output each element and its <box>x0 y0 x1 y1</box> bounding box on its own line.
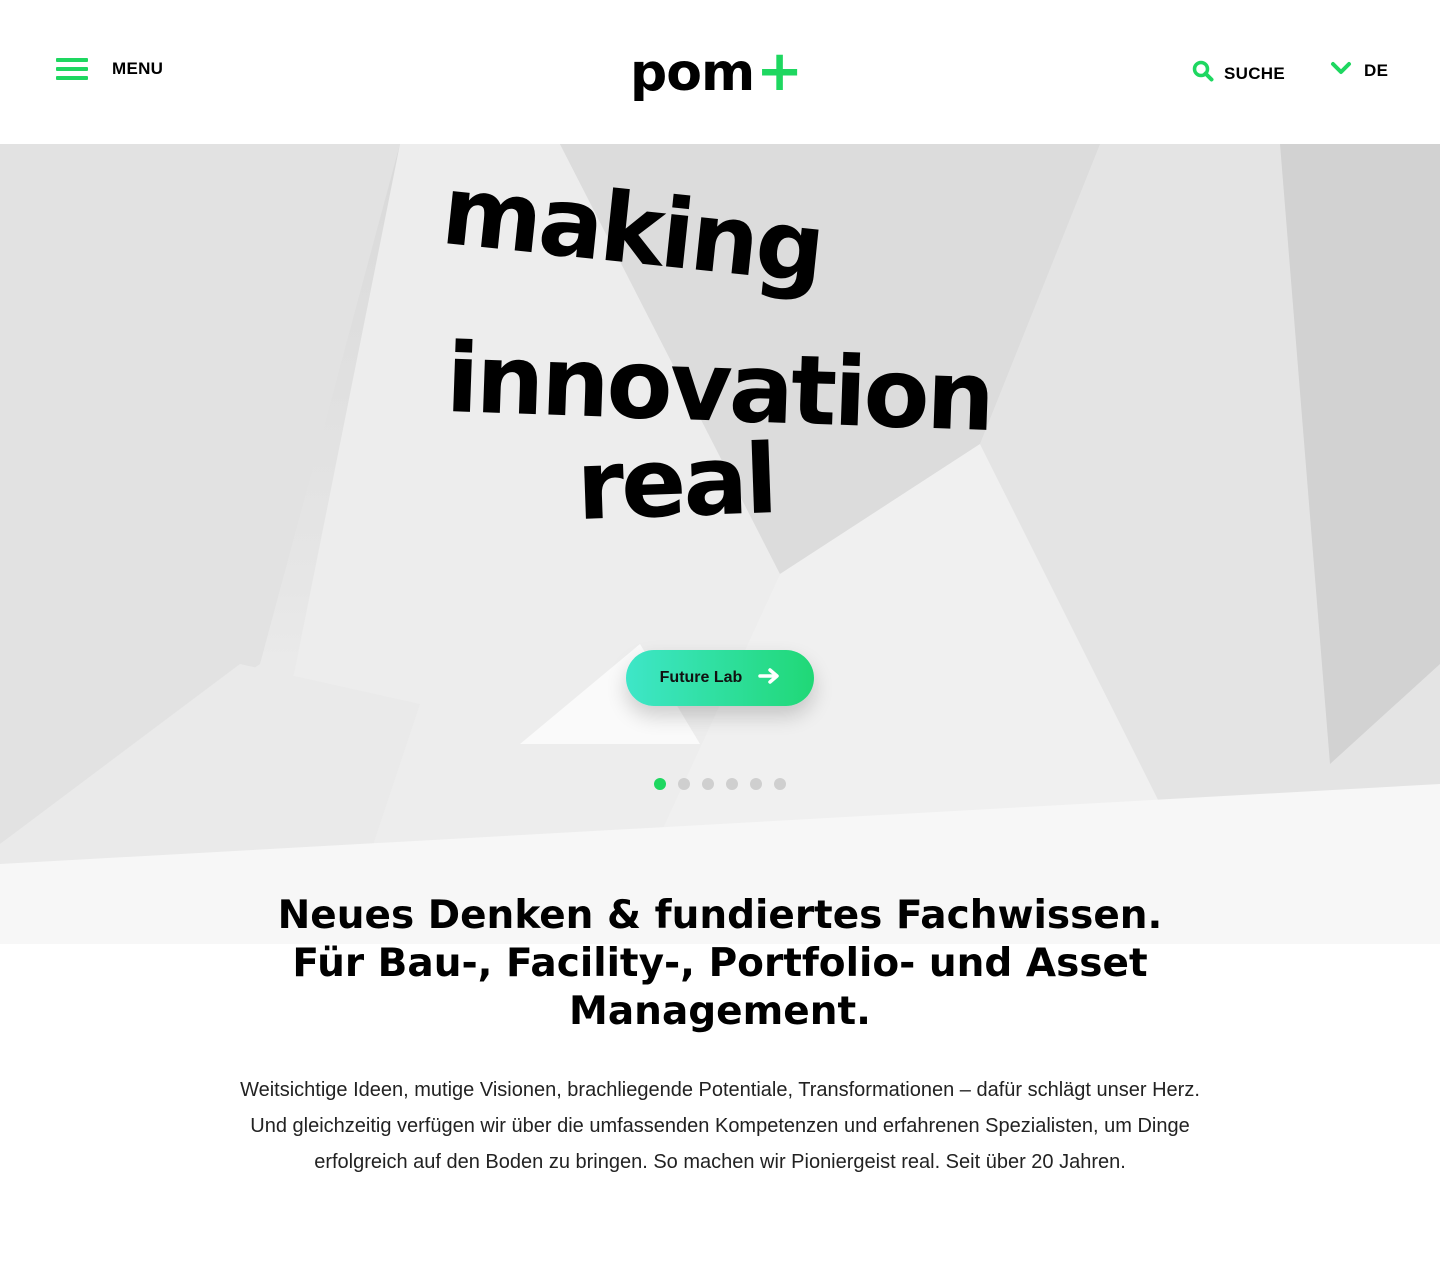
site-header: MENU pom + SUCHE DE <box>0 0 1440 144</box>
intro-paragraph-line: Und gleichzeitig verfügen wir über die u… <box>250 1115 1190 1137</box>
slider-pagination <box>654 778 786 790</box>
language-selector[interactable]: DE <box>1330 60 1388 81</box>
future-lab-button[interactable]: Future Lab <box>626 650 814 706</box>
intro-paragraph-line: Weitsichtige Ideen, mutige Visionen, bra… <box>240 1079 1200 1101</box>
intro-headline-line: Für Bau-, Facility-, Portfolio- und Asse… <box>292 941 1148 986</box>
intro-headline-line: Neues Denken & fundiertes Fachwissen. <box>277 893 1163 938</box>
search-button[interactable]: SUCHE <box>1192 60 1285 87</box>
slider-dot-1[interactable] <box>654 778 666 790</box>
slider-dot-2[interactable] <box>678 778 690 790</box>
slider-dot-3[interactable] <box>702 778 714 790</box>
intro-headline-line: Management. <box>569 989 871 1034</box>
slider-dot-6[interactable] <box>774 778 786 790</box>
future-lab-label: Future Lab <box>659 669 743 686</box>
menu-label: MENU <box>112 59 164 78</box>
search-label: SUCHE <box>1224 63 1286 83</box>
hero-headline-real: real <box>574 423 777 542</box>
menu-button[interactable]: MENU <box>56 58 163 80</box>
search-icon <box>1192 60 1214 87</box>
logo-text: pom <box>630 43 755 103</box>
chevron-down-icon <box>1330 60 1352 81</box>
slider-dot-4[interactable] <box>726 778 738 790</box>
intro-section: Neues Denken & fundiertes Fachwissen. Fü… <box>0 892 1440 1180</box>
hamburger-icon[interactable] <box>56 58 88 80</box>
logo[interactable]: pom + <box>630 44 803 100</box>
intro-paragraph: Weitsichtige Ideen, mutige Visionen, bra… <box>220 1072 1220 1180</box>
hero-slider: making innovation real Future Lab <box>0 144 1440 944</box>
intro-headline: Neues Denken & fundiertes Fachwissen. Fü… <box>270 892 1170 1036</box>
language-label: DE <box>1364 60 1389 80</box>
intro-paragraph-line: erfolgreich auf den Boden zu bringen. So… <box>314 1151 1126 1173</box>
logo-plus: + <box>756 39 804 104</box>
arrow-right-icon <box>758 667 780 689</box>
slider-dot-5[interactable] <box>750 778 762 790</box>
